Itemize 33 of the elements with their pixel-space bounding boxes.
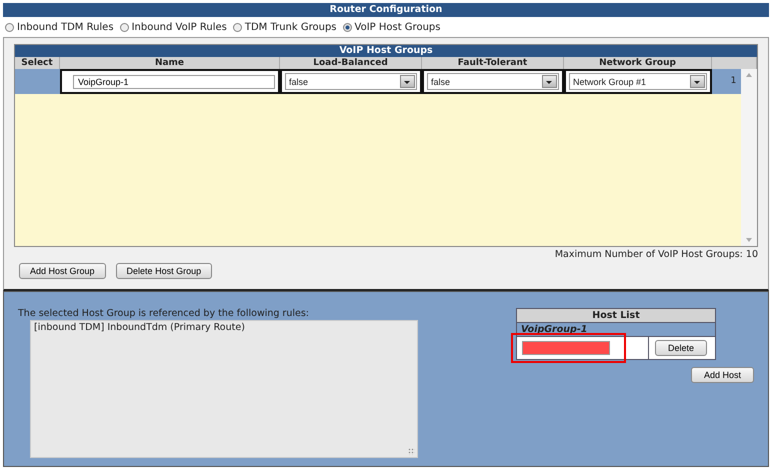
load-balanced-dropdown[interactable]: false bbox=[285, 73, 417, 90]
resize-grip-icon[interactable] bbox=[408, 448, 415, 455]
column-header: Network Group bbox=[564, 57, 712, 69]
column-header: Name bbox=[60, 57, 280, 69]
column-header: Fault-Tolerant bbox=[422, 57, 564, 69]
rules-label: The selected Host Group is referenced by the following rules: bbox=[18, 308, 310, 320]
host-field[interactable] bbox=[522, 341, 610, 355]
row-number: 1 bbox=[712, 69, 741, 94]
radio-tab[interactable]: Inbound TDM Rules bbox=[5, 22, 114, 32]
name-field[interactable]: VoipGroup-1 bbox=[73, 74, 275, 88]
table-title: VoIP Host Groups bbox=[15, 45, 757, 57]
scroll-down-icon[interactable] bbox=[746, 238, 752, 242]
column-header: Select bbox=[15, 57, 60, 69]
host-group-button[interactable]: Delete Host Group bbox=[116, 263, 212, 279]
rules-textarea[interactable]: [inbound TDM] InboundTdm (Primary Route) bbox=[30, 320, 418, 458]
add-host-button[interactable]: Add Host bbox=[690, 367, 754, 383]
network-group-dropdown[interactable]: Network Group #1 bbox=[569, 73, 707, 90]
rule-text: [inbound TDM] InboundTdm (Primary Route) bbox=[34, 322, 246, 333]
max-groups-note: Maximum Number of VoIP Host Groups: 10 bbox=[554, 248, 758, 262]
column-header: Load-Balanced bbox=[280, 57, 422, 69]
group-name: VoipGroup-1 bbox=[517, 323, 715, 337]
radio-tab[interactable]: VoIP Host Groups bbox=[342, 22, 440, 32]
radio-tab[interactable]: TDM Trunk Groups bbox=[232, 22, 337, 32]
delete-button[interactable]: Delete bbox=[655, 340, 708, 356]
host-group-button[interactable]: Add Host Group bbox=[19, 263, 106, 279]
radio-tab[interactable]: Inbound VoIP Rules bbox=[120, 22, 227, 32]
window-title: Router Configuration bbox=[3, 3, 769, 17]
column-header-blank bbox=[712, 57, 757, 69]
scrollbar[interactable] bbox=[741, 69, 757, 246]
host-list-title: Host List bbox=[517, 309, 715, 323]
select-cell[interactable] bbox=[15, 69, 60, 94]
scroll-up-icon[interactable] bbox=[746, 73, 752, 77]
fault-tolerant-dropdown[interactable]: false bbox=[427, 73, 559, 90]
